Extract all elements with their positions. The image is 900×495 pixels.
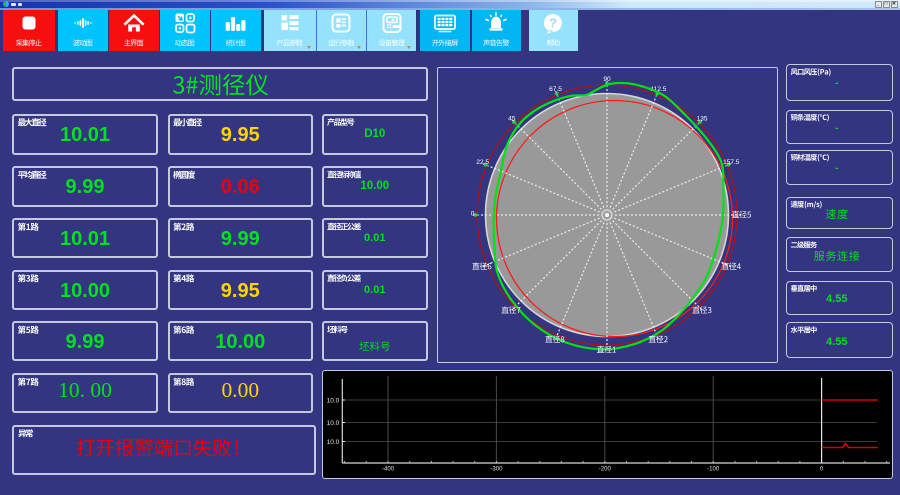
svg-text:22.5: 22.5 [476,159,489,166]
svg-text:0: 0 [470,210,474,217]
svg-text:10.0: 10.0 [327,439,340,446]
svg-text:90: 90 [603,76,611,83]
svg-text:45: 45 [508,115,516,122]
svg-text:10.0: 10.0 [327,398,340,405]
svg-text:157.5: 157.5 [723,159,740,166]
svg-text:-200: -200 [599,467,612,473]
svg-text:0: 0 [820,467,824,473]
svg-text:-100: -100 [707,467,720,473]
svg-text:-300: -300 [490,467,503,473]
svg-text:10.0: 10.0 [327,420,340,427]
svg-text:-400: -400 [382,467,395,473]
svg-text:67.5: 67.5 [549,86,562,93]
svg-text:?: ? [549,16,557,31]
svg-text:135: 135 [696,115,707,122]
